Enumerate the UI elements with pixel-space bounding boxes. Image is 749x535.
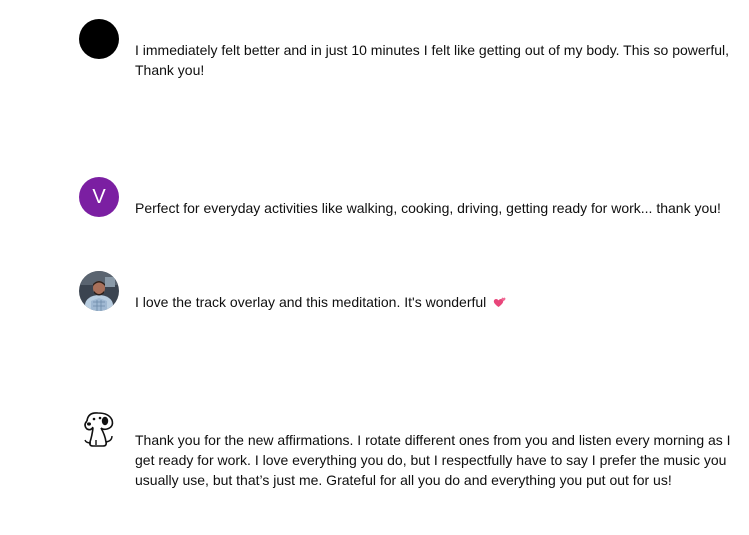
dog-drawing-icon xyxy=(79,409,119,449)
comment-text-body: I love the track overlay and this medita… xyxy=(135,294,487,310)
avatar[interactable]: V xyxy=(79,177,119,217)
avatar[interactable] xyxy=(79,409,119,449)
user-photo-icon xyxy=(79,271,119,311)
avatar[interactable] xyxy=(79,19,119,59)
two-hearts-icon xyxy=(492,294,508,315)
comment-text: I immediately felt better and in just 10… xyxy=(135,42,729,78)
comment-text: Thank you for the new affirmations. I ro… xyxy=(135,432,731,488)
comment-text: I love the track overlay and this medita… xyxy=(135,292,749,315)
avatar[interactable] xyxy=(79,271,119,311)
avatar-letter: V xyxy=(92,186,106,208)
comment-text: Perfect for everyday activities like wal… xyxy=(135,200,721,216)
